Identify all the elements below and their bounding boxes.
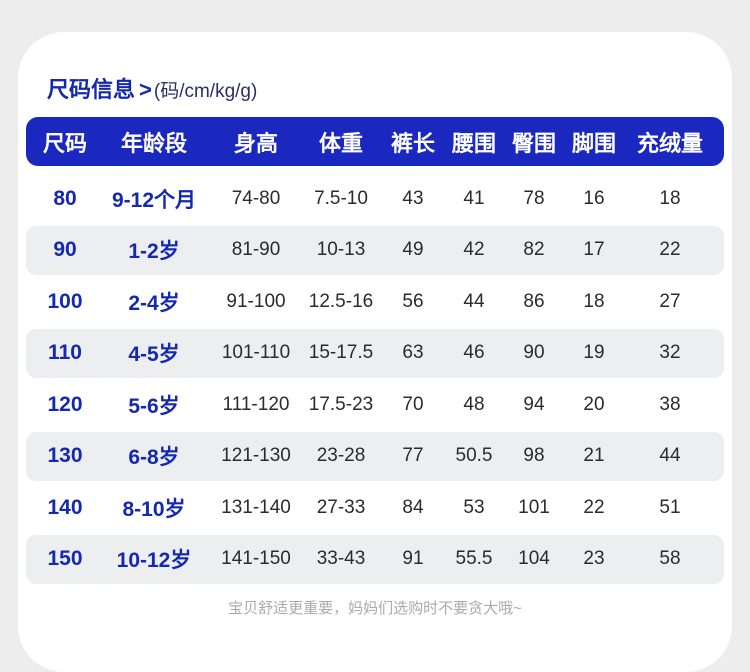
cell-hip: 78 bbox=[523, 187, 545, 209]
cell-size: 110 bbox=[48, 341, 82, 364]
cell-down-fill: 58 bbox=[659, 548, 681, 569]
cell-pants-length: 84 bbox=[402, 496, 424, 518]
cell-pants-length: 77 bbox=[402, 445, 424, 466]
heading-units: (码/cm/kg/g) bbox=[153, 81, 258, 102]
cell-weight: 23-28 bbox=[316, 445, 366, 466]
cell-size: 120 bbox=[47, 392, 83, 416]
table-row: 130 6-8岁 121-130 23-28 77 50.5 98 21 44 bbox=[26, 431, 724, 481]
cell-waist: 42 bbox=[463, 239, 485, 260]
table-row: 90 1-2岁 81-90 10-13 49 42 82 17 22 bbox=[26, 225, 724, 275]
cell-size: 140 bbox=[47, 495, 83, 519]
table-row: 150 10-12岁 141-150 33-43 91 55.5 104 23 58 bbox=[26, 534, 724, 584]
cell-waist: 48 bbox=[463, 393, 485, 415]
cell-height: 131-140 bbox=[221, 496, 291, 518]
cell-height: 121-130 bbox=[221, 445, 291, 466]
cell-age: 1-2岁 bbox=[128, 240, 180, 263]
cell-waist: 41 bbox=[463, 187, 485, 209]
heading-title: 尺码信息 bbox=[47, 77, 136, 102]
cell-height: 141-150 bbox=[221, 548, 291, 569]
header-height: 身高 bbox=[233, 130, 279, 156]
cell-down-fill: 27 bbox=[659, 290, 681, 312]
cell-hip: 94 bbox=[523, 393, 545, 415]
table-row: 140 8-10岁 131-140 27-33 84 53 101 22 51 bbox=[26, 483, 724, 532]
cell-foot: 22 bbox=[583, 496, 605, 518]
table-row: 110 4-5岁 101-110 15-17.5 63 46 90 19 32 bbox=[26, 328, 724, 378]
header-age: 年龄段 bbox=[120, 130, 188, 156]
cell-foot: 17 bbox=[583, 239, 605, 260]
cell-height: 81-90 bbox=[231, 239, 281, 260]
header-pants-length: 裤长 bbox=[390, 130, 436, 156]
cell-hip: 86 bbox=[523, 290, 545, 312]
cell-hip: 104 bbox=[518, 548, 550, 569]
footer-note: 宝贝舒适更重要，妈妈们选购时不要贪大哦~ bbox=[228, 600, 522, 617]
cell-height: 91-100 bbox=[226, 290, 286, 312]
cell-weight: 33-43 bbox=[316, 548, 366, 569]
cell-down-fill: 18 bbox=[659, 187, 681, 209]
header-waist: 腰围 bbox=[451, 130, 497, 156]
cell-foot: 23 bbox=[583, 548, 605, 569]
cell-size: 90 bbox=[53, 238, 77, 261]
cell-foot: 16 bbox=[583, 187, 605, 209]
cell-hip: 101 bbox=[518, 496, 550, 518]
cell-foot: 18 bbox=[583, 290, 605, 312]
cell-waist: 50.5 bbox=[455, 445, 493, 466]
cell-pants-length: 43 bbox=[402, 187, 424, 209]
cell-foot: 21 bbox=[583, 445, 605, 466]
cell-waist: 53 bbox=[463, 496, 485, 518]
cell-age: 6-8岁 bbox=[128, 446, 180, 469]
cell-hip: 90 bbox=[523, 342, 545, 363]
cell-size: 150 bbox=[47, 547, 83, 570]
cell-height: 101-110 bbox=[221, 342, 291, 363]
cell-age: 8-10岁 bbox=[122, 497, 186, 521]
header-hip: 臀围 bbox=[511, 130, 557, 156]
cell-weight: 15-17.5 bbox=[308, 342, 374, 363]
table-row: 80 9-12个月 74-80 7.5-10 43 41 78 16 18 bbox=[26, 174, 724, 223]
cell-down-fill: 44 bbox=[659, 445, 681, 466]
cell-height: 111-120 bbox=[222, 393, 290, 415]
cell-waist: 46 bbox=[463, 342, 485, 363]
cell-height: 74-80 bbox=[231, 187, 281, 209]
cell-age: 2-4岁 bbox=[128, 291, 180, 315]
cell-pants-length: 70 bbox=[402, 393, 424, 415]
cell-size: 80 bbox=[53, 186, 77, 210]
cell-down-fill: 22 bbox=[659, 239, 681, 260]
cell-down-fill: 32 bbox=[659, 342, 681, 363]
cell-age: 10-12岁 bbox=[116, 549, 192, 572]
cell-weight: 17.5-23 bbox=[308, 393, 374, 415]
cell-pants-length: 91 bbox=[402, 548, 424, 569]
heading-arrow: > bbox=[139, 77, 152, 102]
cell-age: 4-5岁 bbox=[128, 343, 180, 366]
cell-waist: 55.5 bbox=[455, 548, 493, 569]
table-row: 100 2-4岁 91-100 12.5-16 56 44 86 18 27 bbox=[26, 277, 724, 326]
cell-weight: 27-33 bbox=[316, 496, 366, 518]
cell-hip: 98 bbox=[523, 445, 545, 466]
cell-weight: 12.5-16 bbox=[308, 290, 374, 312]
cell-pants-length: 49 bbox=[402, 239, 424, 260]
cell-size: 130 bbox=[47, 444, 83, 467]
table-header: 尺码 年龄段 身高 体重 裤长 腰围 臀围 脚围 充绒量 bbox=[26, 117, 724, 166]
cell-size: 100 bbox=[47, 289, 83, 313]
cell-age: 9-12个月 bbox=[111, 188, 197, 212]
cell-age: 5-6岁 bbox=[128, 394, 180, 418]
cell-foot: 19 bbox=[583, 342, 605, 363]
size-info-heading: 尺码信息 > (码/cm/kg/g) bbox=[47, 74, 257, 106]
header-foot: 脚围 bbox=[571, 130, 617, 156]
table-row: 120 5-6岁 111-120 17.5-23 70 48 94 20 38 bbox=[26, 380, 724, 429]
cell-waist: 44 bbox=[463, 290, 485, 312]
cell-down-fill: 38 bbox=[659, 393, 681, 415]
cell-weight: 7.5-10 bbox=[314, 187, 368, 209]
header-weight: 体重 bbox=[318, 130, 364, 156]
cell-weight: 10-13 bbox=[316, 239, 366, 260]
cell-down-fill: 51 bbox=[659, 496, 681, 518]
cell-foot: 20 bbox=[583, 393, 605, 415]
header-down-fill: 充绒量 bbox=[636, 130, 704, 156]
cell-hip: 82 bbox=[523, 239, 545, 260]
header-size: 尺码 bbox=[42, 130, 88, 156]
cell-pants-length: 63 bbox=[402, 342, 424, 363]
cell-pants-length: 56 bbox=[402, 290, 424, 312]
